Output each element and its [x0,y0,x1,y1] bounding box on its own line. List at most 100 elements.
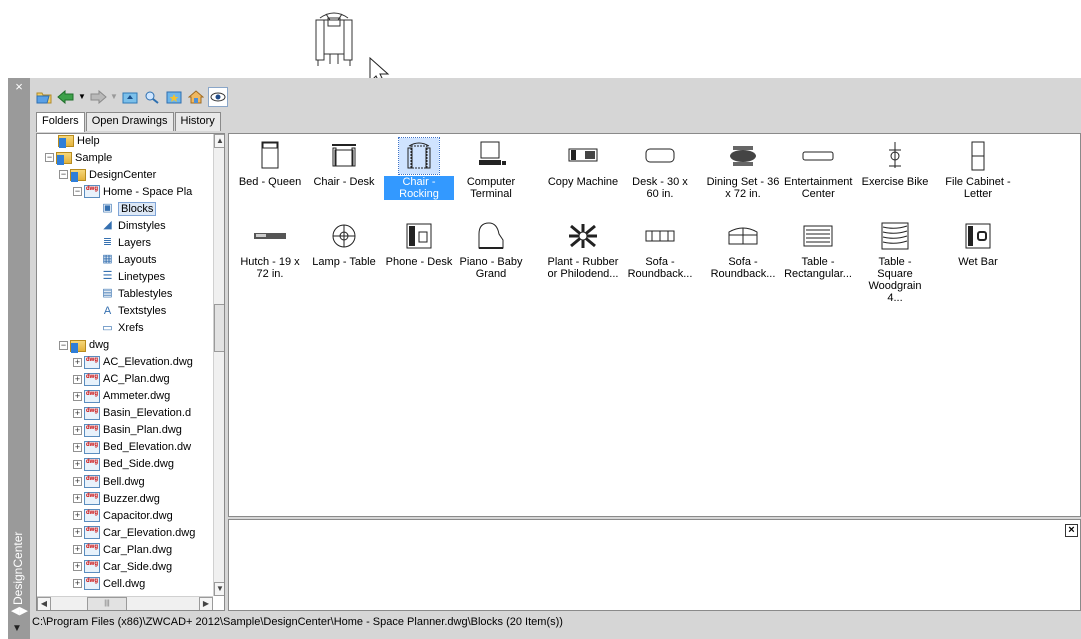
preview-close-icon[interactable]: × [1065,524,1078,537]
sofa-icon [645,230,675,242]
expand-icon[interactable]: + [73,511,82,521]
tree-item[interactable]: + Buzzer.dwg [73,490,160,507]
tree-item[interactable]: ▭ Xrefs [87,320,143,337]
block-item[interactable]: Table - Rectangular... [783,218,853,280]
block-item[interactable]: Dining Set - 36 x 72 in. [703,138,783,200]
dwg-icon [84,492,100,506]
forward-dropdown-icon[interactable]: ▼ [110,87,118,107]
search-icon[interactable] [142,87,162,107]
tree-item[interactable]: A Textstyles [87,303,166,320]
favorites-icon[interactable] [164,87,184,107]
block-item[interactable]: Piano - Baby Grand [456,218,526,280]
block-item[interactable]: Sofa - Roundback... [703,218,783,280]
tree-view-toggle-icon[interactable] [208,87,228,107]
block-item[interactable]: Phone - Desk [384,218,454,268]
tree-item[interactable]: + Car_Plan.dwg [73,541,172,558]
tree-vertical-scrollbar[interactable]: ▲ ▼ [213,134,224,596]
tree-item[interactable]: + Car_Side.dwg [73,558,172,575]
tab-folders[interactable]: Folders [36,112,85,132]
tree-item[interactable]: ▦ Layouts [87,251,156,268]
tree-item[interactable]: ≣ Layers [87,234,151,251]
collapse-icon[interactable]: − [45,153,54,163]
auto-hide-icon[interactable]: ◀▶ [11,604,28,618]
block-item[interactable]: Chair - Rocking [384,137,454,200]
expand-icon[interactable]: + [73,408,82,418]
block-item-label: Exercise Bike [861,176,929,188]
expand-icon[interactable]: + [73,425,82,435]
scroll-up-icon[interactable]: ▲ [214,134,224,148]
block-item[interactable]: File Cabinet - Letter [943,138,1013,200]
tree-item[interactable]: ◢ Dimstyles [87,217,165,234]
block-item[interactable]: Bed - Queen [235,138,305,188]
block-item[interactable]: Entertainment Center [783,138,853,200]
tree-item[interactable]: + Ammeter.dwg [73,388,170,405]
block-item[interactable]: Table - Square Woodgrain 4... [860,218,930,304]
expand-icon[interactable]: + [73,357,82,367]
tab-history[interactable]: History [174,112,221,131]
expand-icon[interactable]: + [73,528,82,538]
tree-item[interactable]: − Home - Space Pla [73,183,192,200]
block-item[interactable]: Exercise Bike [860,138,930,188]
tree-item[interactable]: − Sample [45,149,112,166]
tab-open-drawings[interactable]: Open Drawings [85,112,174,131]
back-icon[interactable] [56,87,76,107]
palette-title-strip[interactable]: × DesignCenter ◀▶ ▼ [8,78,30,639]
block-item[interactable]: Sofa - Roundback... [625,218,695,280]
block-item[interactable]: Lamp - Table [309,218,379,268]
scroll-left-icon[interactable]: ◀ [37,597,51,610]
block-item[interactable]: Computer Terminal [456,138,526,200]
expand-icon[interactable]: + [73,442,82,452]
block-palette-view[interactable]: Bed - Queen Chair - Desk Chair - Rocking Co… [228,133,1081,517]
tree-item[interactable]: + Bed_Side.dwg [73,456,174,473]
expand-icon[interactable]: + [73,579,82,589]
tree-item[interactable]: − DesignCenter [59,166,156,183]
scroll-thumb[interactable] [214,304,224,352]
expand-icon[interactable]: + [73,562,82,572]
block-item[interactable]: Wet Bar [943,218,1013,268]
block-item[interactable]: Hutch - 19 x 72 in. [235,218,305,280]
folder-tree[interactable]: + Cell.dwg + Car_Side.dwg + Car_Plan.dwg + Car_… [36,133,225,611]
collapse-icon[interactable]: − [59,340,68,350]
block-item-label: Copy Machine [547,176,619,188]
expand-icon[interactable]: + [73,374,82,384]
block-item[interactable]: Copy Machine [543,138,623,188]
block-item-label: Chair - Rocking [384,176,454,200]
tree-item[interactable]: − dwg [59,337,109,354]
tree-horizontal-scrollbar[interactable]: ◀ ||| ▶ [37,596,213,610]
tree-item[interactable]: ☰ Linetypes [87,268,166,285]
hscroll-thumb[interactable]: ||| [87,597,127,610]
tree-item[interactable]: + Basin_Elevation.d [73,405,191,422]
tree-item[interactable]: + Cell.dwg [73,575,145,592]
tree-item[interactable]: ▤ Tablestyles [87,285,172,302]
block-item[interactable]: Plant - Rubber or Philodend... [543,218,623,280]
tree-item[interactable]: ▣ Blocks [87,200,157,217]
expand-icon[interactable]: + [73,459,82,469]
load-icon[interactable] [34,87,54,107]
scroll-down-icon[interactable]: ▼ [214,582,224,596]
expand-icon[interactable]: + [73,545,82,555]
tree-item[interactable]: + AC_Elevation.dwg [73,354,193,371]
block-item[interactable]: Chair - Desk [309,138,379,188]
tree-item[interactable]: + Bell.dwg [73,473,145,490]
block-item[interactable]: Desk - 30 x 60 in. [625,138,695,200]
up-icon[interactable] [120,87,140,107]
collapse-icon[interactable]: − [59,170,68,180]
collapse-icon[interactable]: − [73,187,82,197]
expand-icon[interactable]: + [73,477,82,486]
dining-set-icon [730,146,756,166]
palette-close-icon[interactable]: × [13,80,25,94]
back-dropdown-icon[interactable]: ▼ [78,87,86,107]
tree-item-label: Basin_Elevation.d [103,407,192,420]
scroll-right-icon[interactable]: ▶ [199,597,213,610]
tree-item[interactable]: + AC_Plan.dwg [73,371,170,388]
expand-icon[interactable]: + [73,494,82,504]
tree-item[interactable]: + Capacitor.dwg [73,507,173,524]
tree-item[interactable]: + Basin_Plan.dwg [73,422,182,439]
tree-item[interactable]: Help [45,134,100,149]
forward-icon[interactable] [88,87,108,107]
expand-icon[interactable]: + [73,391,82,401]
home-icon[interactable] [186,87,206,107]
tree-item[interactable]: + Car_Elevation.dwg [73,524,195,541]
tree-item[interactable]: + Bed_Elevation.dw [73,439,191,456]
properties-menu-icon[interactable]: ▼ [12,623,26,635]
